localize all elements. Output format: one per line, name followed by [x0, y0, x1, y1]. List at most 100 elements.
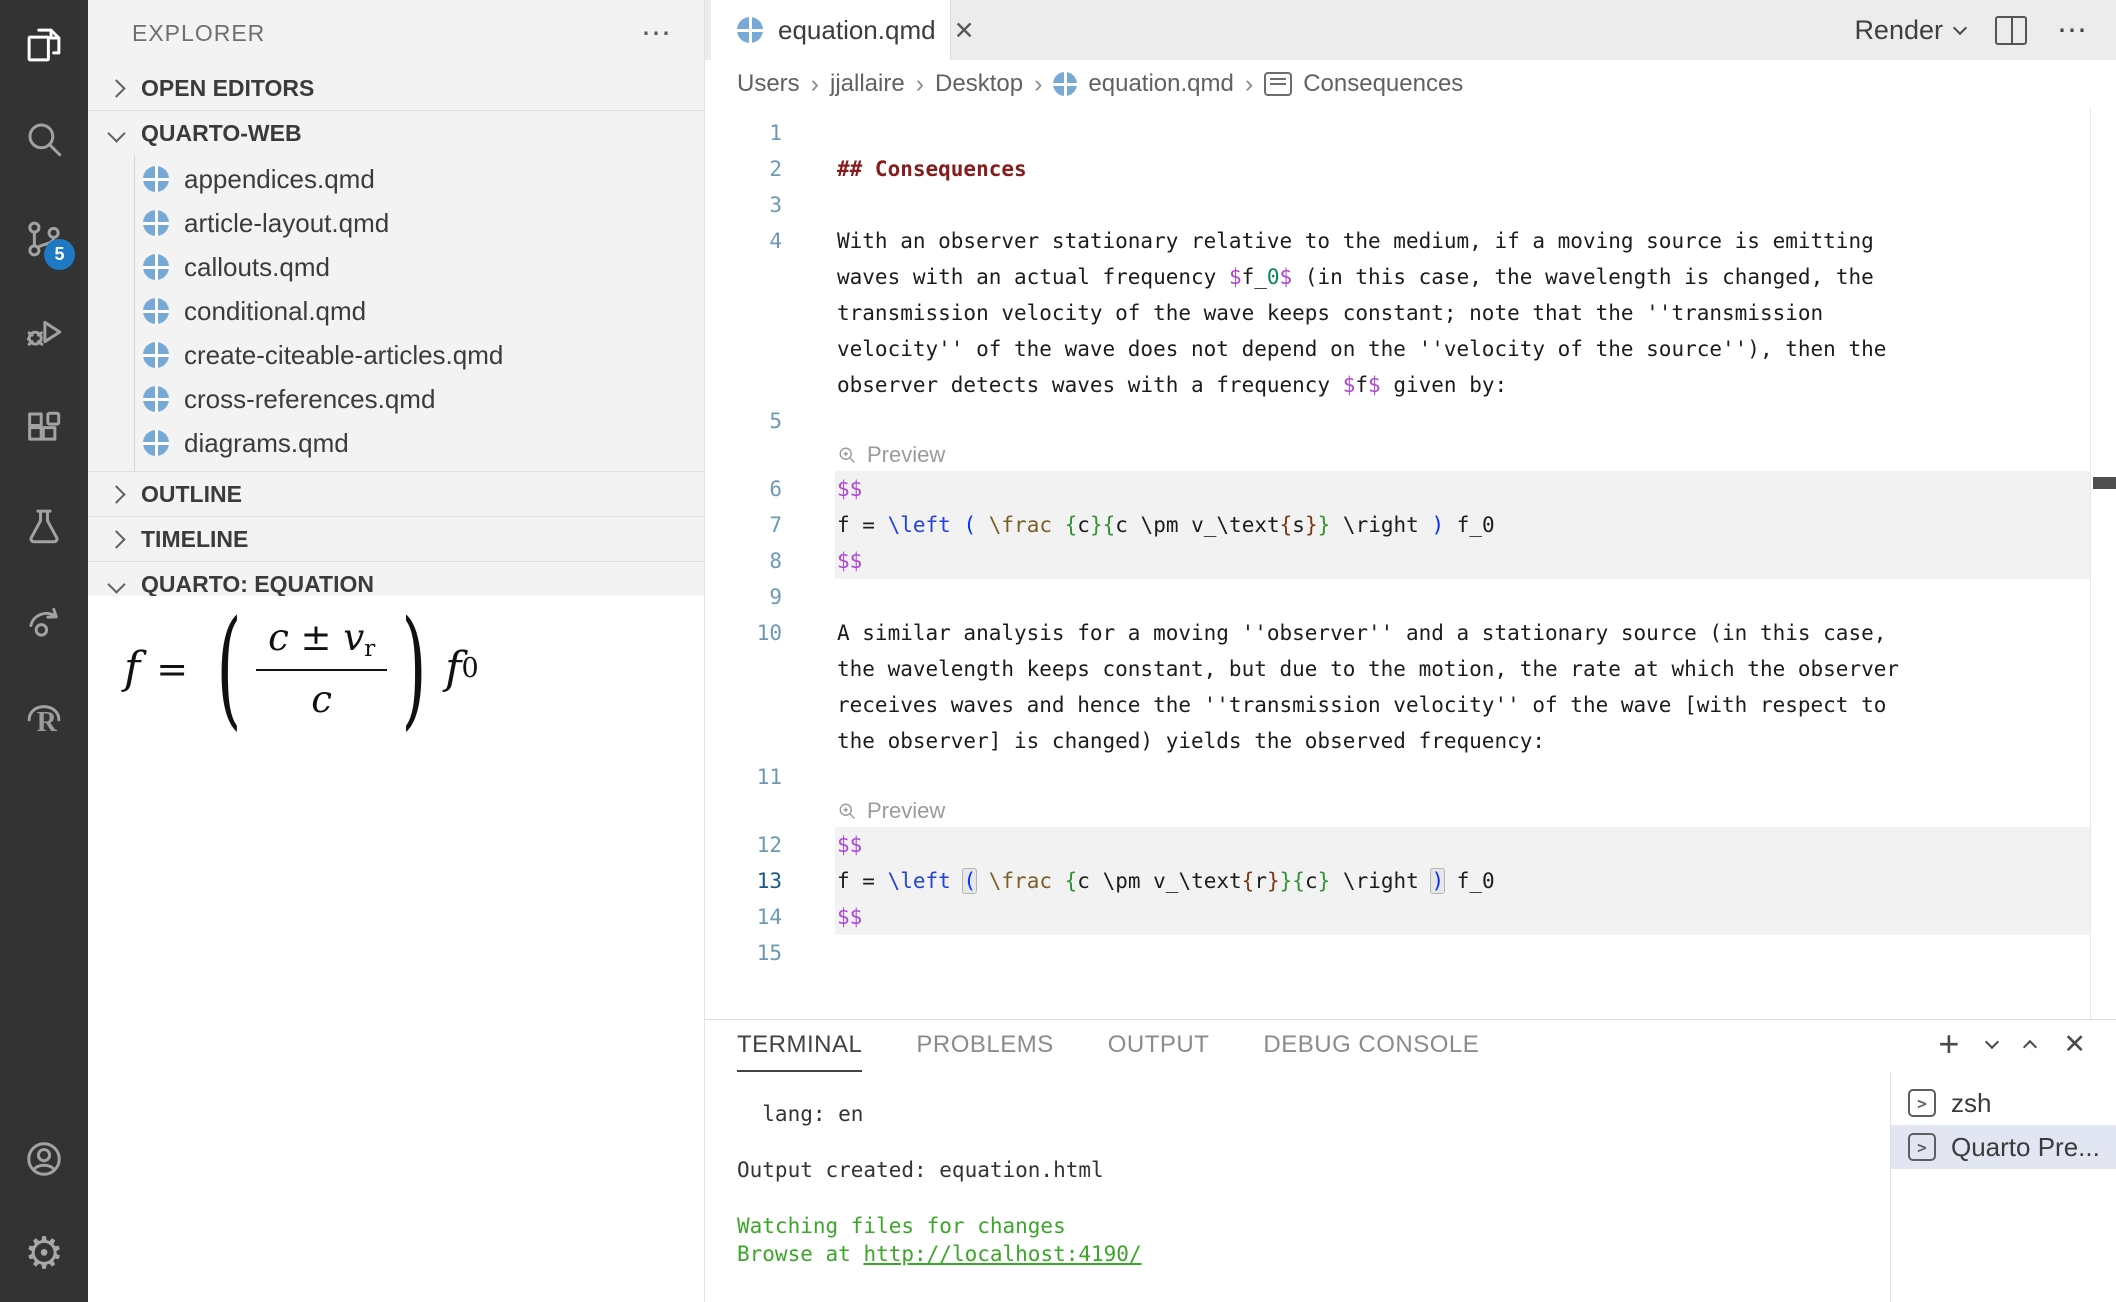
breadcrumb-item[interactable]: jjallaire	[830, 70, 905, 98]
file-label: cross-references.qmd	[184, 384, 435, 415]
line-number: 3	[705, 187, 782, 223]
run-debug-icon[interactable]	[0, 306, 88, 358]
section-outline[interactable]: OUTLINE	[88, 471, 704, 516]
editor-line[interactable]: 12$$	[705, 827, 2091, 863]
close-tab-icon[interactable]: ✕	[954, 16, 975, 45]
editor-line[interactable]: velocity'' of the wave does not depend o…	[705, 331, 2091, 367]
file-item-diagrams.qmd[interactable]: diagrams.qmd	[88, 421, 704, 465]
line-number	[705, 367, 782, 403]
editor-line[interactable]: waves with an actual frequency $f_0$ (in…	[705, 259, 2091, 295]
editor-line[interactable]: observer detects waves with a frequency …	[705, 367, 2091, 403]
line-number: 14	[705, 899, 782, 935]
editor-line[interactable]: 5	[705, 403, 2091, 439]
file-item-article-layout.qmd[interactable]: article-layout.qmd	[88, 201, 704, 245]
line-number: 4	[705, 223, 782, 259]
extensions-icon[interactable]	[0, 403, 88, 455]
breadcrumb-item[interactable]: Users	[737, 70, 800, 98]
editor-line[interactable]: transmission velocity of the wave keeps …	[705, 295, 2091, 331]
editor-line[interactable]: 10A similar analysis for a moving ''obse…	[705, 615, 2091, 651]
breadcrumb-item[interactable]: Consequences	[1303, 70, 1463, 98]
line-number	[705, 295, 782, 331]
render-button[interactable]: Render	[1854, 15, 1965, 46]
chevron-down-icon	[1953, 21, 1967, 35]
code-editor[interactable]: 1 2## Consequences3 4With an observer st…	[705, 108, 2116, 1019]
new-terminal-icon[interactable]: +	[1938, 1026, 1959, 1062]
terminal-output[interactable]: lang: en Output created: equation.html W…	[737, 1100, 1142, 1268]
file-item-create-citeable-articles.qmd[interactable]: create-citeable-articles.qmd	[88, 333, 704, 377]
editor-line[interactable]: the wavelength keeps constant, but due t…	[705, 651, 2091, 687]
line-number: 2	[705, 151, 782, 187]
tab-equation-qmd[interactable]: equation.qmd ✕	[711, 0, 951, 60]
section-quarto-web[interactable]: QUARTO-WEB	[88, 110, 704, 155]
line-content: f = \left ( \frac {c}{c \pm v_\text{s}} …	[835, 507, 2091, 543]
preview-codelens[interactable]: Preview	[705, 439, 2091, 471]
section-open-editors[interactable]: OPEN EDITORS	[88, 66, 704, 110]
editor-line[interactable]: 13f = \left ( \frac {c \pm v_\text{r}}{c…	[705, 863, 2091, 899]
editor-line[interactable]: 7f = \left ( \frac {c}{c \pm v_\text{s}}…	[705, 507, 2091, 543]
editor-line[interactable]: 8$$	[705, 543, 2091, 579]
explorer-icon[interactable]	[0, 19, 88, 71]
line-content	[835, 935, 2091, 971]
section-label: QUARTO-WEB	[141, 120, 302, 147]
editor-line[interactable]: 4With an observer stationary relative to…	[705, 223, 2091, 259]
terminal-line: Output created: equation.html	[737, 1156, 1142, 1184]
breadcrumb-item[interactable]: Desktop	[935, 70, 1023, 98]
editor-line[interactable]: the observer] is changed) yields the obs…	[705, 723, 2091, 759]
panel-tab-terminal[interactable]: TERMINAL	[737, 1020, 862, 1072]
breadcrumb-separator: ›	[916, 70, 924, 99]
editor-more-actions-icon[interactable]: ⋯	[2057, 13, 2090, 48]
editor-line[interactable]: 15	[705, 935, 2091, 971]
editor-line[interactable]: 2## Consequences	[705, 151, 2091, 187]
account-icon[interactable]	[0, 1133, 88, 1185]
testing-beaker-icon[interactable]	[0, 500, 88, 552]
svg-text:R: R	[37, 707, 58, 738]
session-label: zsh	[1951, 1088, 1991, 1119]
editor-line[interactable]: 14 $$	[705, 899, 2091, 935]
panel-tab-output[interactable]: OUTPUT	[1108, 1020, 1210, 1072]
search-icon[interactable]	[0, 113, 88, 165]
file-label: callouts.qmd	[184, 252, 330, 283]
r-project-icon[interactable]: R	[0, 692, 88, 744]
editor-line[interactable]: 9	[705, 579, 2091, 615]
scrollbar-mark[interactable]	[2093, 477, 2116, 489]
editor-line[interactable]: 6$$	[705, 471, 2091, 507]
terminal-link[interactable]: http://localhost:4190/	[863, 1242, 1141, 1266]
section-timeline[interactable]: TIMELINE	[88, 516, 704, 561]
file-item-conditional.qmd[interactable]: conditional.qmd	[88, 289, 704, 333]
editor-line[interactable]: 1	[705, 115, 2091, 151]
breadcrumb-separator: ›	[811, 70, 819, 99]
editor-group: equation.qmd ✕ Render ⋯ Users › jjallaire ›…	[705, 0, 2116, 1019]
terminal-session-zsh[interactable]: >zsh	[1891, 1081, 2116, 1125]
terminal-line	[737, 1128, 1142, 1156]
section-label: QUARTO: EQUATION	[141, 571, 374, 598]
editor-line[interactable]: receives waves and hence the ''transmiss…	[705, 687, 2091, 723]
line-content: A similar analysis for a moving ''observ…	[835, 615, 2091, 651]
explorer-more-actions-icon[interactable]: ⋯	[641, 16, 674, 51]
line-content	[835, 115, 2091, 151]
line-number: 13	[705, 863, 782, 899]
terminal-prompt-icon: >	[1908, 1133, 1936, 1161]
quarto-preview-icon[interactable]	[0, 596, 88, 648]
close-panel-icon[interactable]: ✕	[2063, 1029, 2086, 1060]
section-symbol-icon	[1264, 72, 1292, 96]
breadcrumb: Users›jjallaire›Desktop›equation.qmd›Con…	[705, 60, 2116, 108]
terminal-dropdown-icon[interactable]	[1985, 1035, 1999, 1049]
panel-tab-debug-console[interactable]: DEBUG CONSOLE	[1263, 1020, 1479, 1072]
file-item-callouts.qmd[interactable]: callouts.qmd	[88, 245, 704, 289]
maximize-panel-icon[interactable]	[2023, 1040, 2037, 1054]
breadcrumb-item[interactable]: equation.qmd	[1088, 70, 1233, 98]
editor-line[interactable]: 11	[705, 759, 2091, 795]
source-control-icon[interactable]: 5	[0, 213, 88, 265]
vscode-window: 5 R ⚙ EXPLORER ⋯ OPEN EDITOR	[0, 0, 2116, 1302]
terminal-session-quartopre[interactable]: >Quarto Pre...	[1891, 1125, 2116, 1169]
preview-codelens[interactable]: Preview	[705, 795, 2091, 827]
split-editor-icon[interactable]	[1995, 16, 2027, 45]
line-content: $$	[835, 899, 2091, 935]
breadcrumb-separator: ›	[1245, 70, 1253, 99]
line-number: 11	[705, 759, 782, 795]
settings-gear-icon[interactable]: ⚙	[0, 1228, 88, 1280]
file-item-cross-references.qmd[interactable]: cross-references.qmd	[88, 377, 704, 421]
editor-line[interactable]: 3	[705, 187, 2091, 223]
panel-tab-problems[interactable]: PROBLEMS	[916, 1020, 1053, 1072]
file-item-appendices.qmd[interactable]: appendices.qmd	[88, 157, 704, 201]
